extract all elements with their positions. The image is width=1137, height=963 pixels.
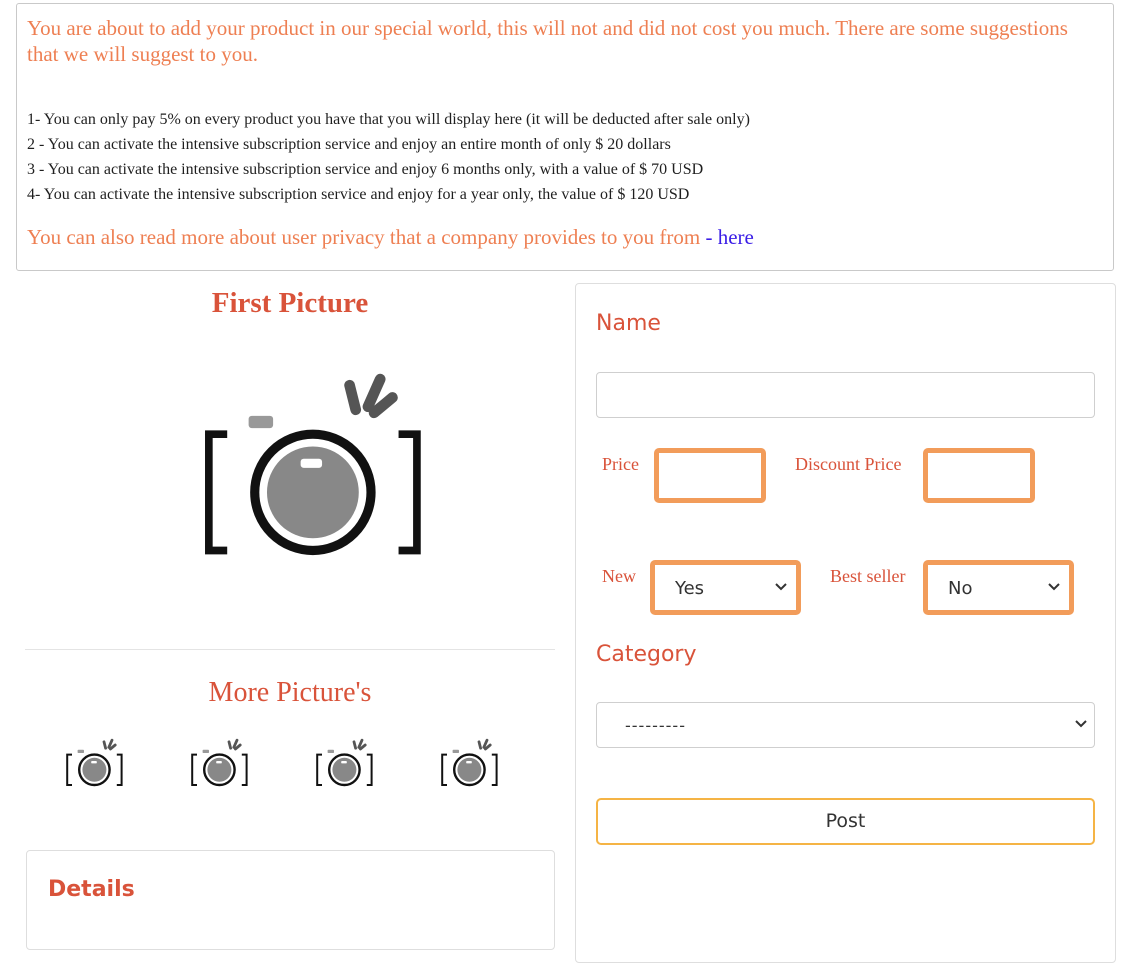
discount-price-input[interactable]	[923, 448, 1035, 503]
camera-icon	[190, 738, 249, 787]
details-card: Details	[26, 850, 555, 950]
details-title: Details	[48, 877, 135, 902]
rule-item: 4- You can activate the intensive subscr…	[27, 186, 690, 203]
rule-item: 2 - You can activate the intensive subsc…	[27, 136, 671, 153]
price-label: Price	[602, 454, 639, 474]
divider	[25, 649, 555, 650]
extra-picture-upload[interactable]	[180, 723, 260, 803]
first-picture-upload[interactable]	[175, 333, 445, 588]
instructions-panel: You are about to add your product in our…	[16, 3, 1114, 271]
more-pictures-grid	[25, 713, 555, 813]
name-label: Name	[596, 311, 661, 336]
camera-icon	[440, 738, 499, 787]
privacy-link[interactable]: - here	[705, 225, 753, 249]
intro-text: You are about to add your product in our…	[27, 16, 1068, 66]
category-select[interactable]: ---------	[596, 702, 1095, 748]
pictures-column: First Picture More Picture's	[25, 283, 555, 787]
price-input[interactable]	[654, 448, 766, 503]
first-picture-title: First Picture	[211, 287, 369, 319]
category-select-value: ---------	[625, 716, 686, 735]
category-label: Category	[596, 642, 697, 667]
camera-icon	[315, 738, 374, 787]
camera-icon	[65, 738, 123, 787]
post-button[interactable]: Post	[596, 798, 1095, 845]
pricing-rules: 1- You can only pay 5% on every product …	[27, 107, 1103, 207]
name-input[interactable]	[596, 372, 1095, 418]
extra-picture-upload[interactable]	[305, 723, 385, 803]
privacy-line: You can also read more about user privac…	[27, 225, 1103, 250]
chevron-down-icon	[775, 583, 787, 590]
best-seller-select[interactable]: No	[923, 560, 1074, 615]
product-form: Name Price Discount Price New Yes Best s…	[575, 283, 1116, 963]
more-pictures-title: More Picture's	[208, 677, 372, 708]
new-select-value: Yes	[675, 578, 705, 599]
best-seller-select-value: No	[948, 578, 973, 599]
chevron-down-icon	[1048, 583, 1060, 590]
privacy-text: You can also read more about user privac…	[27, 225, 701, 249]
new-select[interactable]: Yes	[650, 560, 801, 615]
new-label: New	[602, 566, 636, 586]
rule-item: 1- You can only pay 5% on every product …	[27, 111, 750, 128]
discount-price-label: Discount Price	[795, 454, 902, 474]
extra-picture-upload[interactable]	[55, 723, 135, 803]
chevron-down-icon	[1075, 720, 1087, 727]
best-seller-label: Best seller	[830, 566, 906, 586]
extra-picture-upload[interactable]	[430, 723, 510, 803]
rule-item: 3 - You can activate the intensive subsc…	[27, 161, 704, 178]
